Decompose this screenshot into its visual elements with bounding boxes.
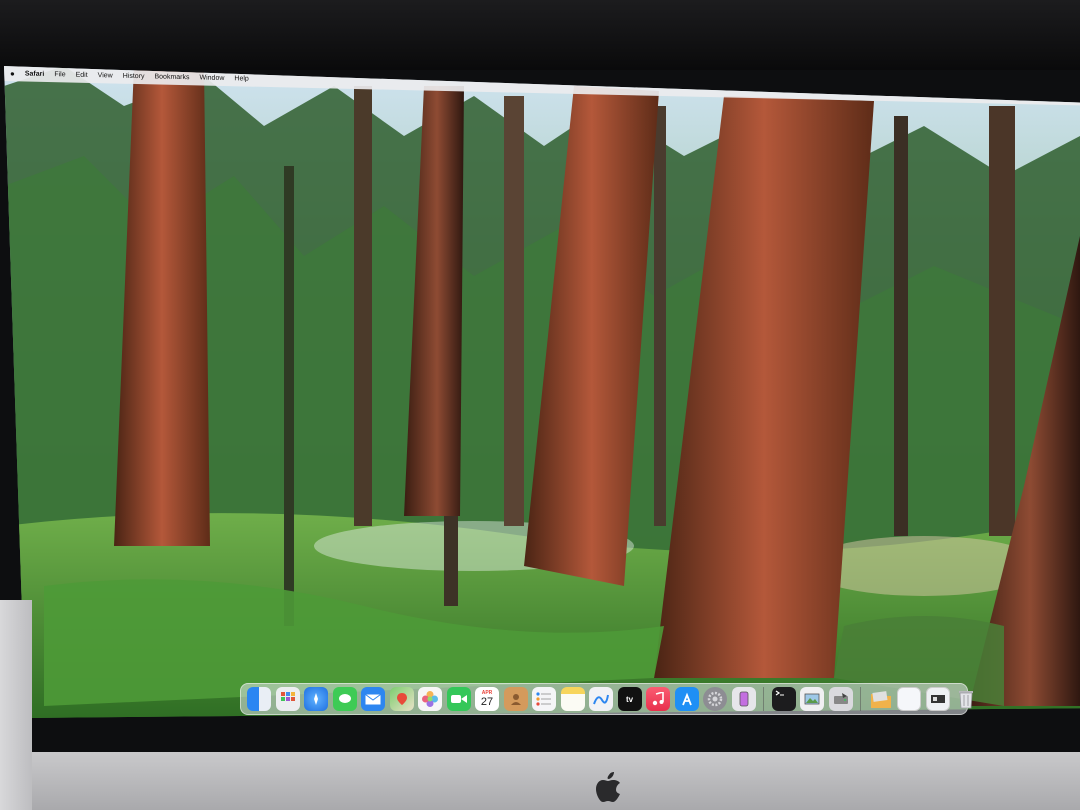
dock-separator — [763, 687, 764, 711]
music-icon[interactable] — [646, 687, 670, 711]
reminders-icon[interactable] — [532, 687, 556, 711]
menu-app-name[interactable]: Safari — [25, 70, 44, 77]
notes-icon[interactable] — [560, 687, 585, 711]
finder-icon[interactable] — [247, 687, 271, 711]
safari-icon[interactable] — [304, 687, 328, 711]
system-settings-icon[interactable] — [703, 687, 727, 711]
apple-logo-icon — [596, 772, 620, 802]
monitor-top-bezel — [0, 0, 1080, 70]
trash-icon[interactable] — [954, 687, 978, 711]
calendar-day: 27 — [480, 696, 494, 708]
menu-bookmarks[interactable]: Bookmarks — [154, 73, 189, 81]
freeform-icon[interactable] — [589, 687, 613, 711]
tv-icon[interactable]: tv — [617, 687, 642, 711]
downloads-folder-icon[interactable] — [869, 687, 893, 711]
screen: ● Safari File Edit View History Bookmark… — [4, 66, 1080, 718]
monitor-chin — [0, 752, 1080, 810]
menu-view[interactable]: View — [98, 72, 113, 79]
dock-separator — [860, 687, 861, 711]
documents-stack-icon[interactable] — [897, 687, 921, 711]
menu-help[interactable]: Help — [234, 75, 248, 82]
photos-icon[interactable] — [418, 687, 442, 711]
calendar-icon[interactable]: APR 27 — [475, 687, 499, 711]
messages-icon[interactable] — [332, 687, 357, 711]
maps-icon[interactable] — [389, 687, 414, 711]
mail-icon[interactable] — [361, 687, 385, 711]
preview-icon[interactable] — [800, 687, 824, 711]
facetime-icon[interactable] — [446, 687, 471, 711]
wall-edge — [0, 600, 32, 810]
screenshot-stack-icon[interactable] — [925, 687, 950, 711]
terminal-icon[interactable] — [771, 687, 796, 711]
disk-utility-icon[interactable] — [828, 687, 853, 711]
iphone-mirroring-icon[interactable] — [731, 687, 756, 711]
dock: APR 27 tv — [240, 683, 973, 715]
menu-history[interactable]: History — [123, 73, 145, 80]
apple-menu-icon[interactable]: ● — [10, 69, 15, 78]
launchpad-icon[interactable] — [275, 687, 300, 711]
menu-edit[interactable]: Edit — [76, 72, 88, 79]
tv-label: tv — [625, 694, 634, 704]
menu-window[interactable]: Window — [200, 74, 225, 82]
desktop-wallpaper — [4, 66, 1080, 718]
app-store-icon[interactable] — [674, 687, 699, 711]
menu-file[interactable]: File — [54, 71, 65, 78]
contacts-icon[interactable] — [503, 687, 528, 711]
